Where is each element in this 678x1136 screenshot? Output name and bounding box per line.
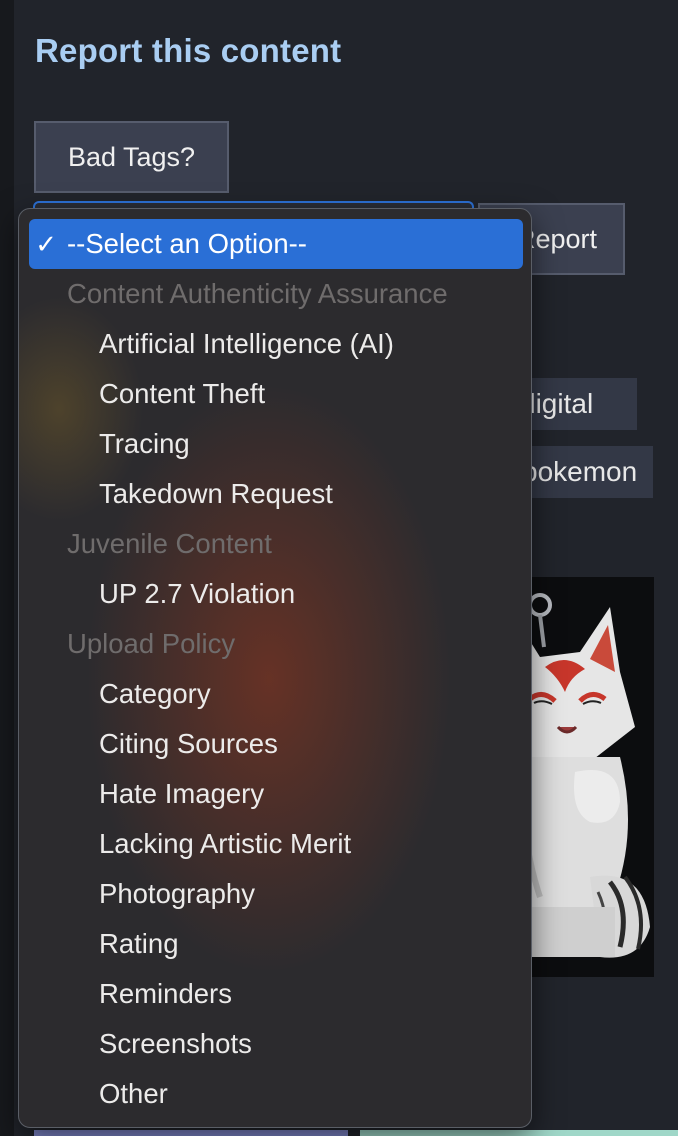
report-heading: Report this content: [35, 32, 342, 69]
option-up-2-7-violation[interactable]: UP 2.7 Violation: [29, 569, 523, 619]
option-tracing[interactable]: Tracing: [29, 419, 523, 469]
option-hate-imagery[interactable]: Hate Imagery: [29, 769, 523, 819]
option-screenshots[interactable]: Screenshots: [29, 1019, 523, 1069]
bad-tags-button[interactable]: Bad Tags?: [34, 121, 229, 193]
option-photography[interactable]: Photography: [29, 869, 523, 919]
option-other[interactable]: Other: [29, 1069, 523, 1119]
bottom-button-b[interactable]: [360, 1130, 678, 1136]
bottom-button-a[interactable]: [34, 1130, 348, 1136]
option-content-theft[interactable]: Content Theft: [29, 369, 523, 419]
option-takedown-request[interactable]: Takedown Request: [29, 469, 523, 519]
option-reminders[interactable]: Reminders: [29, 969, 523, 1019]
option-citing-sources[interactable]: Citing Sources: [29, 719, 523, 769]
option-rating[interactable]: Rating: [29, 919, 523, 969]
group-juvenile-content: Juvenile Content: [67, 528, 272, 559]
checkmark-icon: ✓: [35, 228, 57, 259]
report-page: Report this content Bad Tags? Report dig…: [0, 0, 678, 1136]
group-content-authenticity: Content Authenticity Assurance: [67, 278, 448, 309]
option-lacking-artistic-merit[interactable]: Lacking Artistic Merit: [29, 819, 523, 869]
option-select-placeholder[interactable]: ✓ --Select an Option--: [29, 219, 523, 269]
group-upload-policy: Upload Policy: [67, 628, 236, 659]
option-category[interactable]: Category: [29, 669, 523, 719]
left-sidebar-edge: [0, 0, 14, 1136]
report-reason-dropdown: ✓ --Select an Option-- Content Authentic…: [18, 208, 532, 1128]
option-label: --Select an Option--: [67, 228, 307, 259]
option-artificial-intelligence[interactable]: Artificial Intelligence (AI): [29, 319, 523, 369]
